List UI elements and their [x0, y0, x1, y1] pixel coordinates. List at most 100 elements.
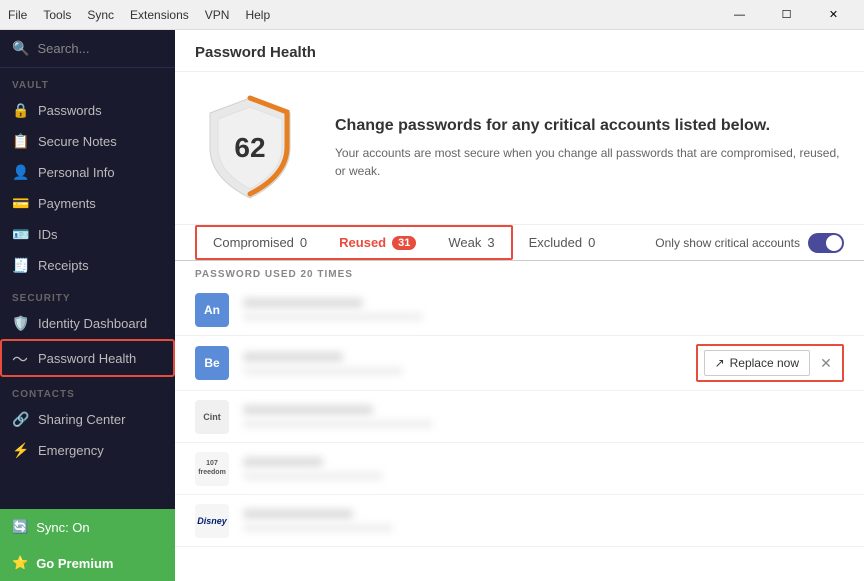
- tab-compromised[interactable]: Compromised 0: [197, 227, 323, 258]
- vault-section-label: VAULT: [0, 68, 175, 95]
- menu-sync[interactable]: Sync: [87, 8, 114, 22]
- password-row: Be ↗ Replace now ✕: [175, 336, 864, 391]
- sidebar-item-identity-dashboard[interactable]: 🛡️ Identity Dashboard: [0, 308, 175, 339]
- close-button[interactable]: ✕: [811, 0, 856, 30]
- row-name: [243, 509, 353, 519]
- id-icon: 🪪: [12, 226, 28, 243]
- sidebar-label-receipts: Receipts: [38, 258, 89, 273]
- critical-accounts-toggle[interactable]: [808, 233, 844, 253]
- row-detail: [243, 472, 383, 480]
- search-input[interactable]: [37, 41, 163, 56]
- sidebar-item-payments[interactable]: 💳 Payments: [0, 188, 175, 219]
- row-info: [243, 457, 844, 480]
- sync-icon: 🔄: [12, 519, 28, 535]
- menu-help[interactable]: Help: [245, 8, 270, 22]
- menu-extensions[interactable]: Extensions: [130, 8, 189, 22]
- row-info: [243, 405, 844, 428]
- sidebar-label-sharing-center: Sharing Center: [38, 412, 125, 427]
- sidebar-item-sharing-center[interactable]: 🔗 Sharing Center: [0, 404, 175, 435]
- sidebar-item-emergency[interactable]: ⚡ Emergency: [0, 435, 175, 466]
- replace-now-button[interactable]: ↗ Replace now: [704, 350, 810, 376]
- premium-label: Go Premium: [36, 556, 113, 571]
- sidebar-item-password-health[interactable]: 〜 Password Health: [0, 339, 175, 377]
- sync-label: Sync: On: [36, 520, 89, 535]
- tab-excluded[interactable]: Excluded 0: [513, 227, 612, 258]
- search-bar[interactable]: 🔍: [0, 30, 175, 68]
- tabs-right: Only show critical accounts: [635, 233, 844, 253]
- contacts-section-label: CONTACTS: [0, 377, 175, 404]
- sidebar-item-personal-info[interactable]: 👤 Personal Info: [0, 157, 175, 188]
- person-icon: 👤: [12, 164, 28, 181]
- premium-button[interactable]: ⭐ Go Premium: [0, 545, 175, 581]
- replace-button-wrap: ↗ Replace now ✕: [696, 344, 844, 382]
- window-controls: — ☐ ✕: [717, 0, 856, 30]
- sidebar-label-personal-info: Personal Info: [38, 165, 115, 180]
- row-info: [243, 509, 844, 532]
- row-name: [243, 457, 323, 467]
- password-row: Disney: [175, 495, 864, 547]
- password-row: 107freedom: [175, 443, 864, 495]
- app-container: 🔍 VAULT 🔒 Passwords 📋 Secure Notes 👤 Per…: [0, 30, 864, 581]
- tab-weak-label: Weak: [448, 235, 481, 250]
- page-title: Password Health: [195, 44, 316, 61]
- external-link-icon: ↗: [715, 356, 725, 370]
- sidebar-label-passwords: Passwords: [38, 103, 102, 118]
- menu-tools[interactable]: Tools: [43, 8, 71, 22]
- star-icon: ⭐: [12, 555, 28, 571]
- tab-reused-badge: 31: [392, 236, 416, 250]
- description-text: Your accounts are most secure when you c…: [335, 144, 844, 180]
- emergency-icon: ⚡: [12, 442, 28, 459]
- row-detail: [243, 420, 433, 428]
- shield-icon: 🛡️: [12, 315, 28, 332]
- sidebar-item-secure-notes[interactable]: 📋 Secure Notes: [0, 126, 175, 157]
- replace-now-label: Replace now: [730, 356, 799, 370]
- row-detail: [243, 367, 403, 375]
- only-show-label: Only show critical accounts: [655, 236, 800, 250]
- sidebar-label-identity-dashboard: Identity Dashboard: [38, 316, 147, 331]
- disney-logo: Disney: [195, 504, 229, 538]
- sync-button[interactable]: 🔄 Sync: On: [0, 509, 175, 545]
- sidebar-item-receipts[interactable]: 🧾 Receipts: [0, 250, 175, 281]
- sidebar-item-ids[interactable]: 🪪 IDs: [0, 219, 175, 250]
- avatar: Be: [195, 346, 229, 380]
- lock-icon: 🔒: [12, 102, 28, 119]
- note-icon: 📋: [12, 133, 28, 150]
- sidebar-label-secure-notes: Secure Notes: [38, 134, 117, 149]
- tab-weak-count: 3: [487, 235, 494, 250]
- cint-logo: Cint: [195, 400, 229, 434]
- tab-compromised-count: 0: [300, 235, 307, 250]
- receipt-icon: 🧾: [12, 257, 28, 274]
- main-content: Password Health: [175, 30, 864, 581]
- description-heading: Change passwords for any critical accoun…: [335, 116, 844, 137]
- score-description: Change passwords for any critical accoun…: [335, 116, 844, 181]
- share-icon: 🔗: [12, 411, 28, 428]
- pulse-icon: 〜: [12, 346, 28, 370]
- section-header: PASSWORD USED 20 TIMES: [175, 261, 864, 284]
- tab-weak[interactable]: Weak 3: [432, 227, 510, 258]
- sidebar-label-emergency: Emergency: [38, 443, 104, 458]
- password-row: Cint: [175, 391, 864, 443]
- toggle-knob: [826, 235, 842, 251]
- maximize-button[interactable]: ☐: [764, 0, 809, 30]
- sidebar-item-passwords[interactable]: 🔒 Passwords: [0, 95, 175, 126]
- health-score: 62: [234, 132, 265, 164]
- card-icon: 💳: [12, 195, 28, 212]
- menu-bar: File Tools Sync Extensions VPN Help: [8, 8, 270, 22]
- tab-excluded-count: 0: [588, 235, 595, 250]
- menu-vpn[interactable]: VPN: [205, 8, 230, 22]
- freedom-logo: 107freedom: [195, 452, 229, 486]
- score-section: 62 Change passwords for any critical acc…: [175, 72, 864, 225]
- tab-reused-label: Reused: [339, 235, 386, 250]
- menu-file[interactable]: File: [8, 8, 27, 22]
- minimize-button[interactable]: —: [717, 0, 762, 30]
- sidebar-bottom: 🔄 Sync: On ⭐ Go Premium: [0, 509, 175, 581]
- sidebar-label-ids: IDs: [38, 227, 58, 242]
- password-list: PASSWORD USED 20 TIMES An Be ↗: [175, 261, 864, 581]
- titlebar: File Tools Sync Extensions VPN Help — ☐ …: [0, 0, 864, 30]
- sidebar-label-payments: Payments: [38, 196, 96, 211]
- tab-reused[interactable]: Reused 31: [323, 227, 432, 258]
- tab-compromised-label: Compromised: [213, 235, 294, 250]
- main-header: Password Health: [175, 30, 864, 72]
- close-replace-button[interactable]: ✕: [816, 353, 836, 373]
- search-icon: 🔍: [12, 40, 29, 57]
